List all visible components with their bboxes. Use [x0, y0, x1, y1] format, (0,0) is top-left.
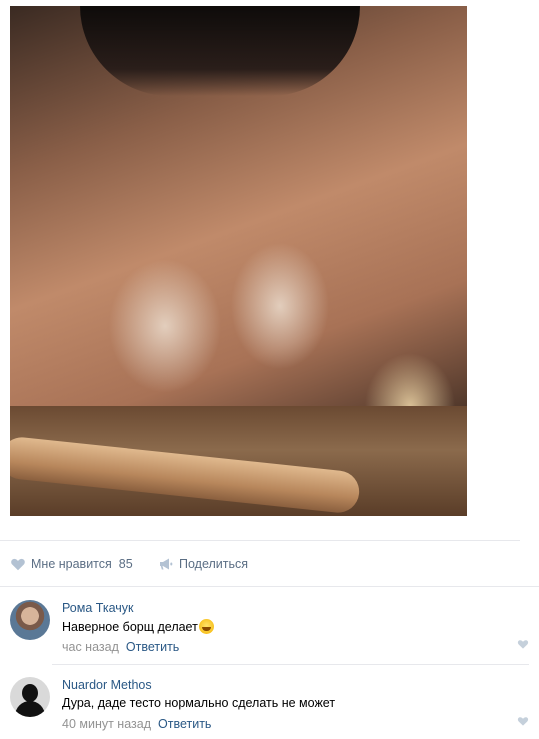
- reply-button[interactable]: Ответить: [158, 717, 211, 731]
- comment-meta: 40 минут назад Ответить: [62, 717, 211, 731]
- heart-icon: [10, 556, 26, 572]
- comment-time[interactable]: час назад: [62, 640, 119, 654]
- comment-meta: час назад Ответить: [62, 640, 179, 654]
- smiley-emoji-icon: [198, 619, 214, 634]
- comment-text-content: Наверное борщ делает: [62, 620, 198, 634]
- like-button[interactable]: Мне нравится 85: [10, 556, 133, 572]
- comment-text: Дура, даде тесто нормально сделать не мо…: [62, 696, 336, 710]
- like-count: 85: [118, 557, 133, 571]
- comment-author[interactable]: Рома Ткачук: [62, 601, 134, 615]
- share-label: Поделиться: [179, 557, 249, 571]
- post-photo[interactable]: [10, 6, 467, 516]
- avatar-silhouette-body: [15, 701, 45, 717]
- comment-author[interactable]: Nuardor Methos: [62, 678, 152, 692]
- photo-hair-shape: [80, 6, 360, 96]
- comment-heart-icon[interactable]: [517, 638, 529, 650]
- comments-divider: [0, 586, 539, 587]
- avatar[interactable]: [10, 600, 50, 640]
- comment-heart-icon[interactable]: [517, 715, 529, 727]
- post-actions-bar: Мне нравится 85 Поделиться: [0, 540, 520, 587]
- comment-divider: [52, 664, 529, 665]
- avatar-silhouette-head: [22, 684, 38, 702]
- comment-time[interactable]: 40 минут назад: [62, 717, 151, 731]
- comment-text: Наверное борщ делает: [62, 619, 214, 634]
- like-label: Мне нравится: [31, 557, 112, 571]
- share-button[interactable]: Поделиться: [158, 556, 248, 572]
- reply-button[interactable]: Ответить: [126, 640, 179, 654]
- avatar[interactable]: [10, 677, 50, 717]
- megaphone-icon: [158, 556, 174, 572]
